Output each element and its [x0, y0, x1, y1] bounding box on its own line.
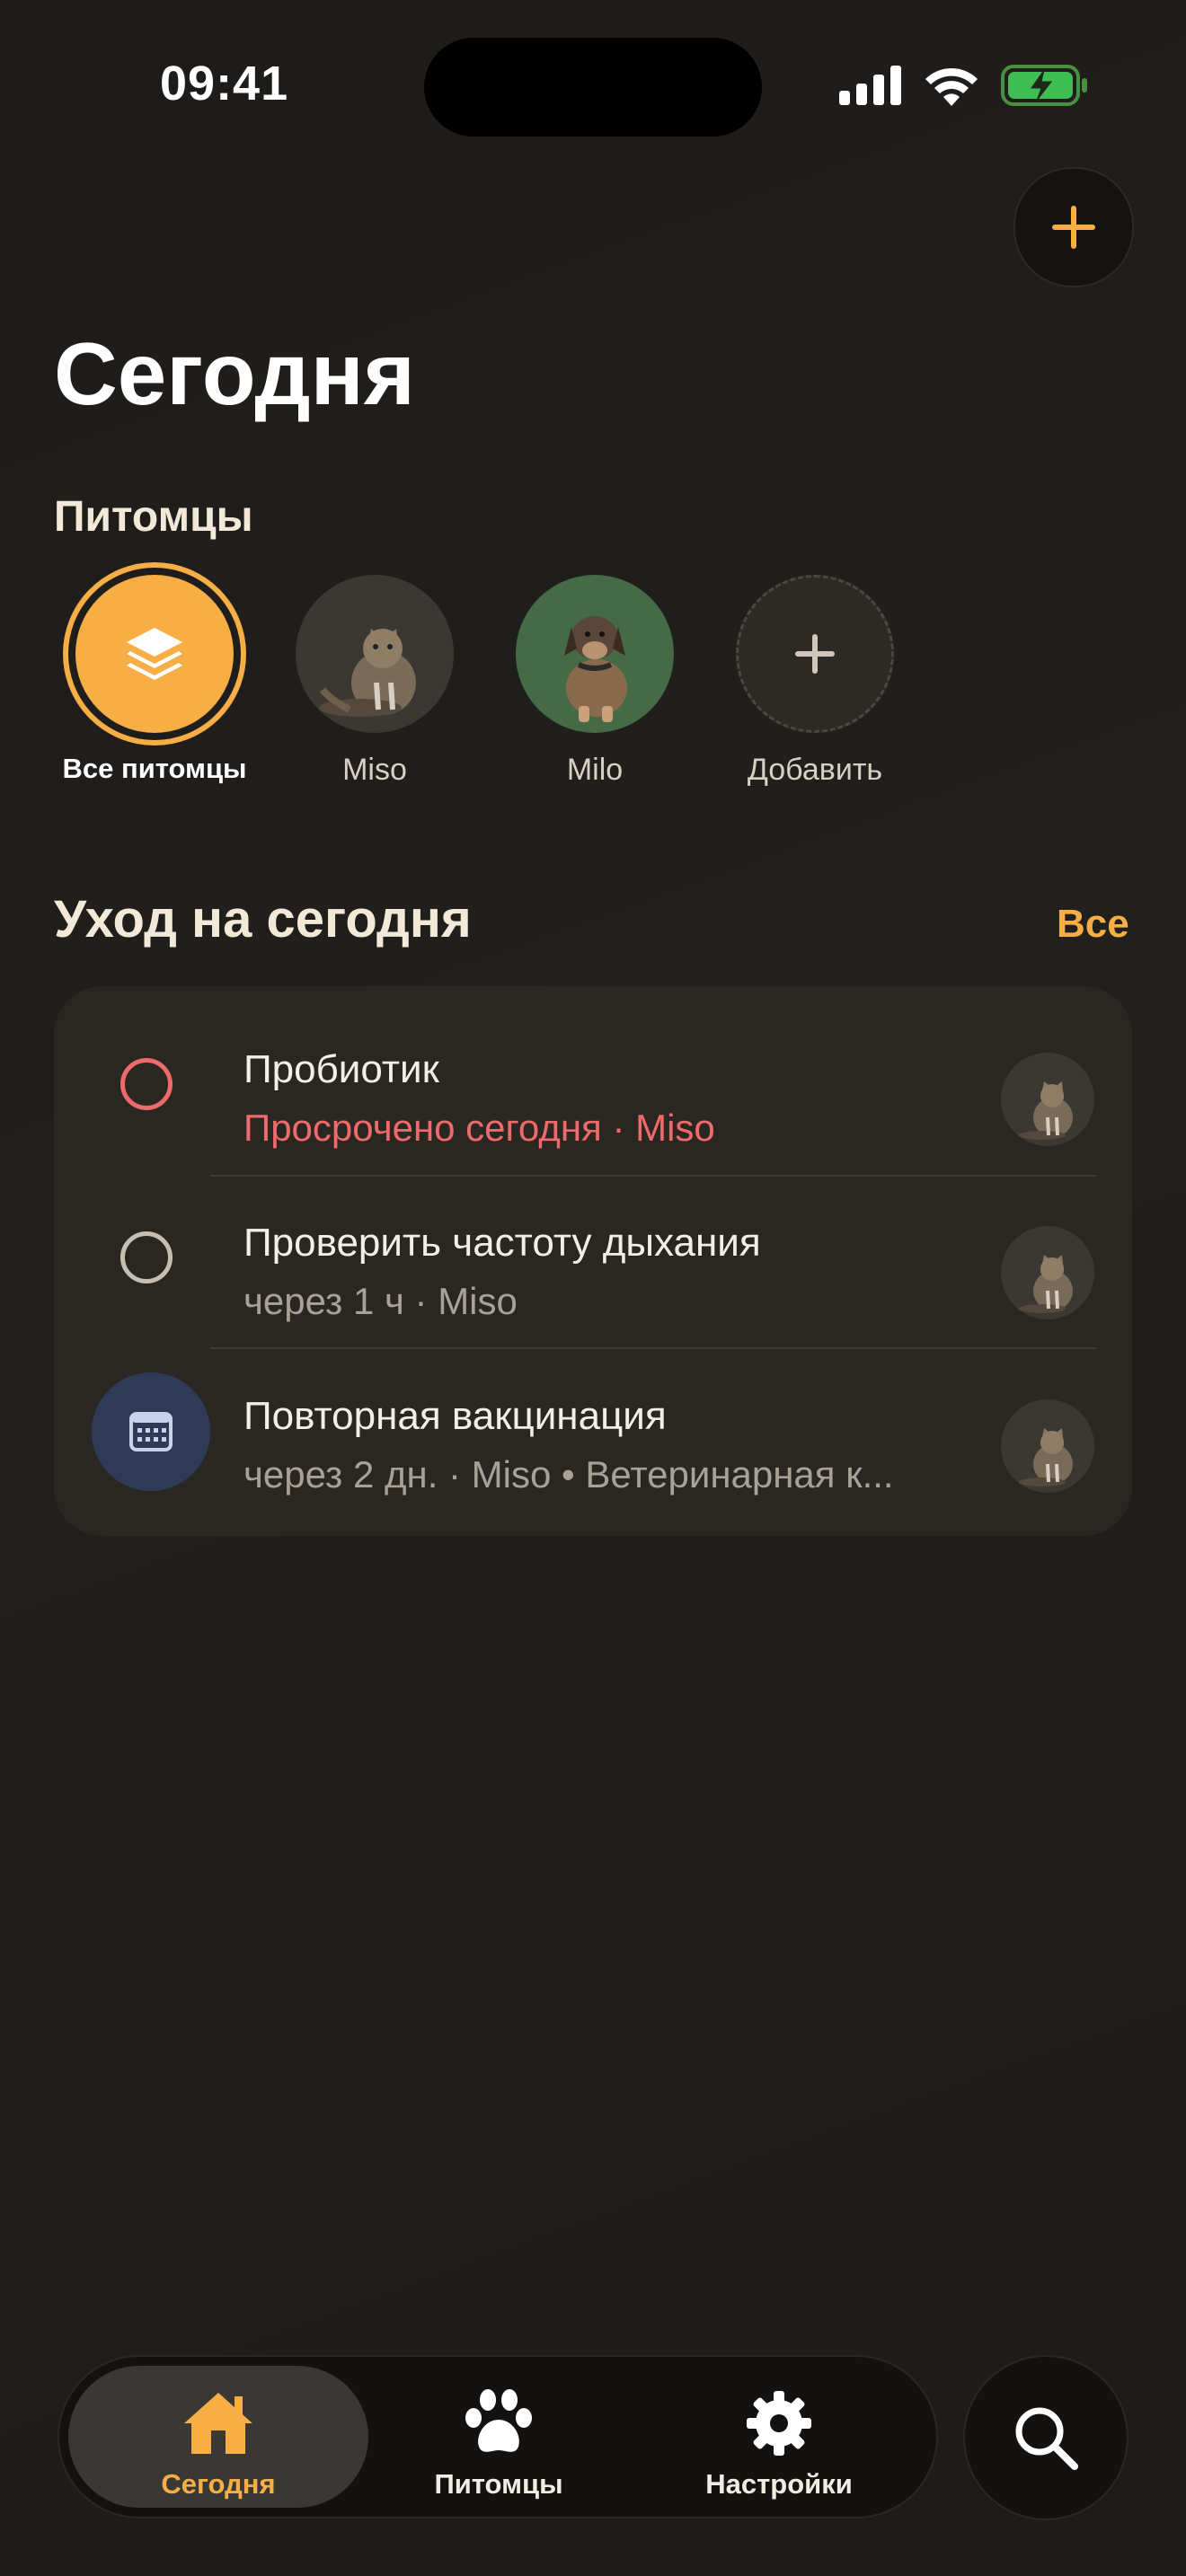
task-row[interactable]: Повторная вакцинация через 2 дн. · Miso … — [54, 1347, 1132, 1521]
pet-chip-miso[interactable]: Miso — [276, 575, 474, 788]
pets-section-label: Питомцы — [54, 493, 253, 541]
cellular-signal-icon — [839, 66, 901, 105]
cat-avatar — [1001, 1226, 1094, 1319]
search-button[interactable] — [963, 2355, 1128, 2520]
page-title: Сегодня — [54, 324, 415, 423]
cat-avatar — [296, 575, 454, 733]
task-checkbox[interactable] — [120, 1058, 173, 1110]
task-subtitle: через 2 дн. · Miso • Ветеринарная к... — [243, 1453, 894, 1495]
see-all-link[interactable]: Все — [1057, 902, 1129, 947]
task-checkbox[interactable] — [120, 1231, 173, 1284]
cat-avatar — [1001, 1399, 1094, 1493]
task-subtitle: Просрочено сегодня · Miso — [243, 1107, 715, 1149]
tab-pets[interactable]: Питомцы — [349, 2366, 649, 2508]
status-time: 09:41 — [160, 57, 289, 110]
tab-settings[interactable]: Настройки — [629, 2366, 929, 2508]
search-icon — [1015, 2407, 1078, 2470]
stack-icon — [127, 628, 182, 680]
calendar-icon-badge — [92, 1372, 210, 1491]
home-icon — [184, 2393, 252, 2454]
status-icons — [839, 65, 1089, 106]
tab-bar: Сегодня Питомцы Настройки — [58, 2355, 938, 2519]
paw-icon — [465, 2389, 532, 2452]
task-row[interactable]: Пробиотик Просрочено сегодня · Miso — [54, 1001, 1132, 1174]
tab-label: Сегодня — [161, 2468, 276, 2500]
tab-label: Настройки — [705, 2468, 853, 2500]
calendar-icon — [129, 1412, 173, 1451]
tab-today[interactable]: Сегодня — [68, 2366, 368, 2508]
task-subtitle: через 1 ч · Miso — [243, 1280, 518, 1322]
plus-icon — [1052, 206, 1095, 249]
dynamic-island — [424, 38, 762, 137]
plus-icon — [795, 634, 835, 674]
selected-ring — [63, 562, 246, 745]
pet-chip-all[interactable]: Все питомцы — [56, 562, 253, 785]
pet-chip-label: Milo — [566, 753, 624, 787]
pet-chip-label: Miso — [342, 753, 407, 787]
care-section-title: Уход на сегодня — [54, 890, 472, 948]
dog-avatar — [516, 575, 674, 733]
pet-chip-add[interactable]: Добавить — [716, 575, 914, 788]
add-button[interactable] — [1013, 167, 1134, 287]
task-row[interactable]: Проверить частоту дыхания через 1 ч · Mi… — [54, 1174, 1132, 1347]
wifi-icon — [925, 67, 978, 106]
gear-icon — [747, 2391, 811, 2456]
tab-label: Питомцы — [434, 2468, 563, 2500]
pet-chip-milo[interactable]: Milo — [496, 575, 694, 788]
battery-charging-icon — [1001, 65, 1087, 106]
pet-chip-label: Все питомцы — [62, 753, 247, 784]
care-tasks-card: Пробиотик Просрочено сегодня · Miso Пров… — [54, 986, 1132, 1536]
pet-chip-label: Добавить — [747, 753, 883, 787]
cat-avatar — [1001, 1053, 1094, 1146]
task-title: Пробиотик — [243, 1047, 439, 1091]
add-pet-circle — [736, 575, 894, 733]
task-title: Проверить частоту дыхания — [243, 1221, 761, 1265]
task-title: Повторная вакцинация — [243, 1394, 667, 1438]
